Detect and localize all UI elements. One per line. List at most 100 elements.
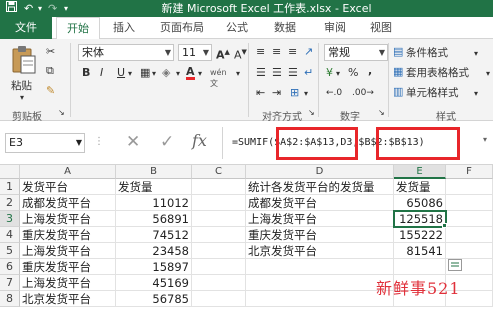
insert-function-button[interactable]: fx [192,131,207,150]
top-align-icon[interactable]: ≡ [256,45,265,59]
cell-f1[interactable] [446,179,493,195]
row-header[interactable]: 4 [0,227,20,243]
cell-d1[interactable]: 统计各发货平台的发货量 [246,179,394,195]
cell-c3[interactable] [192,211,246,227]
clipboard-launcher-icon[interactable]: ↘ [58,106,65,120]
cell-c1[interactable] [192,179,246,195]
cell-e4[interactable]: 155222 [394,227,446,243]
cell-b6[interactable]: 15897 [116,259,192,275]
cell-styles-icon[interactable]: ▥ [393,85,403,99]
cell-c6[interactable] [192,259,246,275]
increase-decimal-icon[interactable]: ←.0 [326,86,342,100]
cut-icon[interactable]: ✂ [46,45,55,59]
cell-b2[interactable]: 11012 [116,195,192,211]
column-header-b[interactable]: B [116,165,192,179]
quick-analysis-icon[interactable] [448,259,462,271]
cell-e6[interactable] [394,259,446,275]
cell-b7[interactable]: 45169 [116,275,192,291]
cell-b3[interactable]: 56891 [116,211,192,227]
tab-formulas[interactable]: 公式 [220,17,254,39]
cell-f4[interactable] [446,227,493,243]
middle-align-icon[interactable]: ≡ [272,45,281,59]
column-header-f[interactable]: F [446,165,493,179]
cell-a2[interactable]: 成都发货平台 [20,195,116,211]
decrease-decimal-icon[interactable]: .00→ [352,86,374,100]
cell-c7[interactable] [192,275,246,291]
cell-a1[interactable]: 发货平台 [20,179,116,195]
cell-b1[interactable]: 发货量 [116,179,192,195]
underline-button[interactable]: U [117,66,125,80]
cell-a6[interactable]: 重庆发货平台 [20,259,116,275]
cell-d5[interactable]: 北京发货平台 [246,243,394,259]
row-header[interactable]: 2 [0,195,20,211]
cell-f3[interactable] [446,211,493,227]
shrink-font-icon[interactable]: A▼ [234,45,247,63]
tab-home[interactable]: 开始 [56,17,100,40]
merge-center-icon[interactable]: ⊞ [290,86,299,100]
tab-insert[interactable]: 插入 [104,17,144,39]
align-center-icon[interactable]: ☰ [272,66,282,80]
font-color-dropdown-icon[interactable]: ▾ [198,67,202,81]
cell-c2[interactable] [192,195,246,211]
alignment-launcher-icon[interactable]: ↘ [308,106,315,120]
cell-d8[interactable] [246,291,394,307]
align-right-icon[interactable]: ☰ [288,66,298,80]
font-size-combo[interactable]: 11 ▼ [178,44,212,61]
fill-handle[interactable] [442,223,447,228]
cell-d6[interactable] [246,259,394,275]
number-format-combo[interactable]: 常规 ▼ [324,44,388,61]
column-header-a[interactable]: A [20,165,116,179]
tab-view[interactable]: 视图 [364,17,398,39]
borders-icon[interactable]: ▦ [140,66,150,80]
cell-c5[interactable] [192,243,246,259]
column-header-e[interactable]: E [394,165,446,179]
tab-review[interactable]: 审阅 [318,17,352,39]
cell-c8[interactable] [192,291,246,307]
name-box[interactable]: E3 ▼ [5,133,85,153]
cell-d3[interactable]: 上海发货平台 [246,211,394,227]
grow-font-icon[interactable]: A▲ [216,45,230,63]
row-header[interactable]: 1 [0,179,20,195]
tab-file[interactable]: 文件 [0,17,52,39]
cell-b8[interactable]: 56785 [116,291,192,307]
column-header-c[interactable]: C [192,165,246,179]
conditional-formatting-button[interactable]: 条件格式 [406,46,448,60]
font-name-combo[interactable]: 宋体 ▼ [78,44,174,61]
cell-f2[interactable] [446,195,493,211]
bold-button[interactable]: B [82,66,90,80]
paste-button[interactable]: 粘贴 ▾ [6,45,42,102]
tab-page-layout[interactable]: 页面布局 [150,17,214,39]
row-header[interactable]: 6 [0,259,20,275]
fill-color-icon[interactable]: ◈ [162,66,170,80]
borders-dropdown-icon[interactable]: ▾ [152,67,156,81]
chevron-down-icon[interactable]: ▾ [474,47,478,61]
underline-dropdown-icon[interactable]: ▾ [128,67,132,81]
format-painter-icon[interactable]: ✎ [46,84,55,98]
decrease-indent-icon[interactable]: ⇤ [256,86,265,100]
select-all-corner[interactable] [0,165,20,179]
cell-styles-button[interactable]: 单元格样式 [406,86,459,100]
cancel-icon[interactable]: ✕ [126,132,140,152]
italic-button[interactable]: I [100,66,103,80]
font-color-button[interactable]: A [186,66,195,80]
cell-a7[interactable]: 上海发货平台 [20,275,116,291]
cell-c4[interactable] [192,227,246,243]
increase-indent-icon[interactable]: ⇥ [272,86,281,100]
conditional-formatting-icon[interactable]: ▤ [393,45,403,59]
cell-a8[interactable]: 北京发货平台 [20,291,116,307]
cell-e1[interactable]: 发货量 [394,179,446,195]
cell-e2[interactable]: 65086 [394,195,446,211]
cell-d7[interactable] [246,275,394,291]
comma-button[interactable]: , [368,64,372,78]
cell-b5[interactable]: 23458 [116,243,192,259]
cell-a3[interactable]: 上海发货平台 [20,211,116,227]
row-header[interactable]: 3 [0,211,20,227]
tab-data[interactable]: 数据 [268,17,302,39]
chevron-down-icon[interactable]: ▾ [486,67,490,81]
percent-button[interactable]: % [348,66,358,80]
orientation-icon[interactable]: ↗ [304,45,313,59]
copy-icon[interactable]: ⧉ [46,64,54,78]
cell-a4[interactable]: 重庆发货平台 [20,227,116,243]
align-left-icon[interactable]: ☰ [256,66,266,80]
currency-dropdown-icon[interactable]: ▾ [336,67,340,81]
